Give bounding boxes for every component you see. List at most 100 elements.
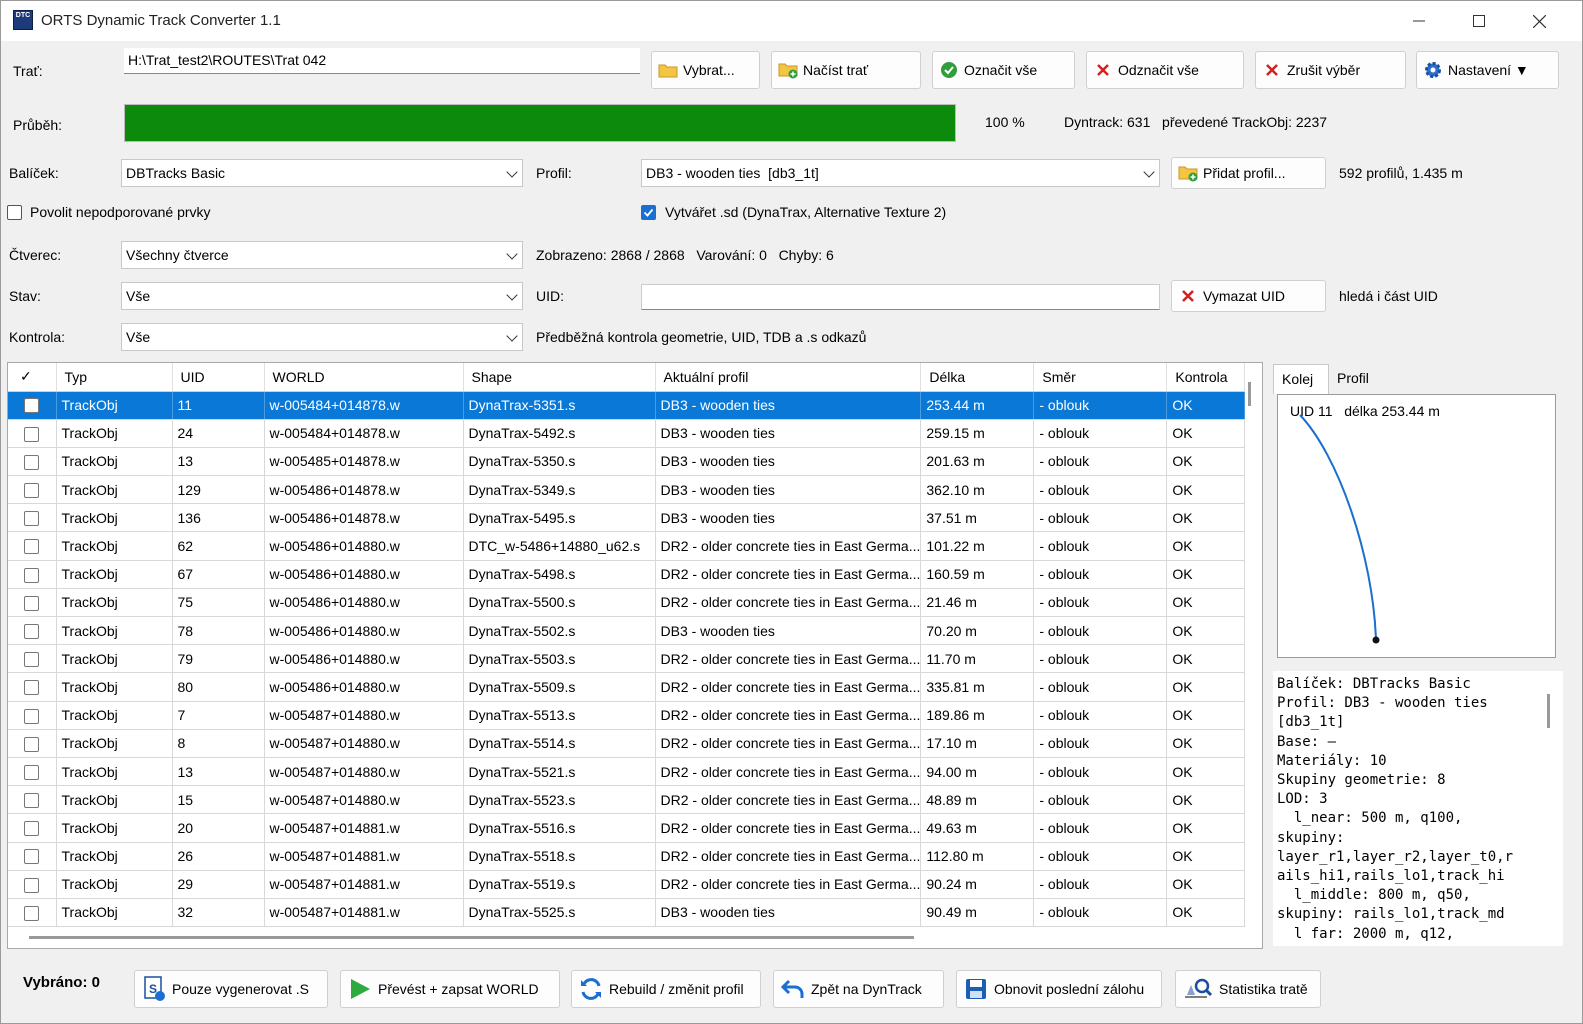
settings-button[interactable]: Nastavení ▼	[1416, 51, 1559, 89]
profile-select[interactable]: DB3 - wooden ties [db3_1t]	[641, 159, 1160, 187]
allow-unsupported-checkbox[interactable]	[7, 205, 22, 220]
generate-s-button[interactable]: S Pouze vygenerovat .S	[134, 970, 328, 1008]
rebuild-button[interactable]: Rebuild / změnit profil	[571, 970, 761, 1008]
restore-backup-button[interactable]: Obnovit poslední zálohu	[956, 970, 1162, 1008]
row-checkbox-box[interactable]	[24, 680, 39, 696]
state-select[interactable]: Vše	[121, 282, 523, 310]
check-all-button[interactable]: Označit vše	[932, 51, 1075, 89]
table-row[interactable]: TrackObj 79 w-005486+014880.w DynaTrax-5503…	[8, 644, 1246, 674]
convert-write-button[interactable]: Převést + zapsat WORLD	[340, 970, 560, 1008]
column-direction-header[interactable]: Směr	[1033, 363, 1168, 392]
table-row[interactable]: TrackObj 67 w-005486+014880.w DynaTrax-5498…	[8, 560, 1246, 589]
table-row[interactable]: TrackObj 136 w-005486+014878.w DynaTrax-549…	[8, 503, 1246, 533]
row-checkbox[interactable]	[8, 503, 57, 533]
column-check-header[interactable]: ✓	[8, 363, 57, 392]
row-checkbox[interactable]	[8, 588, 57, 618]
row-checkbox[interactable]	[8, 644, 57, 674]
row-checkbox-box[interactable]	[24, 793, 39, 809]
uid-input[interactable]	[641, 284, 1160, 310]
column-type-header[interactable]: Typ	[56, 363, 173, 392]
route-path-input[interactable]: H:\Trat_test2\ROUTES\Trat 042	[124, 48, 640, 74]
row-checkbox[interactable]	[8, 898, 57, 928]
minimize-button[interactable]	[1389, 1, 1449, 41]
cancel-selection-button[interactable]: Zrušit výběr	[1255, 51, 1406, 89]
row-checkbox[interactable]	[8, 672, 57, 702]
table-row[interactable]: TrackObj 26 w-005487+014881.w DynaTrax-5518…	[8, 842, 1246, 871]
table-row[interactable]: TrackObj 75 w-005486+014880.w DynaTrax-5500…	[8, 588, 1246, 618]
table-row[interactable]: TrackObj 29 w-005487+014881.w DynaTrax-5519…	[8, 870, 1246, 899]
column-uid-header[interactable]: UID	[172, 363, 265, 392]
table-row[interactable]: TrackObj 62 w-005486+014880.w DTC_w-5486+14…	[8, 531, 1246, 561]
row-checkbox[interactable]	[8, 475, 57, 505]
column-check-result-header[interactable]: Kontrola	[1166, 363, 1246, 392]
row-checkbox-box[interactable]	[24, 567, 39, 583]
row-checkbox-box[interactable]	[24, 821, 39, 837]
row-checkbox[interactable]	[8, 813, 57, 843]
close-button[interactable]	[1509, 1, 1569, 41]
row-checkbox[interactable]	[8, 560, 57, 589]
table-row[interactable]: TrackObj 15 w-005487+014880.w DynaTrax-5523…	[8, 785, 1246, 815]
maximize-button[interactable]	[1449, 1, 1509, 41]
square-select[interactable]: Všechny čtverce	[121, 241, 523, 269]
row-checkbox-box[interactable]	[24, 623, 39, 639]
table-row[interactable]: TrackObj 20 w-005487+014881.w DynaTrax-5516…	[8, 813, 1246, 843]
table-row[interactable]: TrackObj 7 w-005487+014880.w DynaTrax-5513.…	[8, 701, 1246, 730]
grid-vertical-scrollbar[interactable]	[1248, 382, 1251, 406]
row-checkbox-box[interactable]	[24, 398, 39, 414]
row-checkbox[interactable]	[8, 391, 57, 420]
row-checkbox-box[interactable]	[24, 652, 39, 668]
column-world-header[interactable]: WORLD	[264, 363, 464, 392]
table-row[interactable]: TrackObj 8 w-005487+014880.w DynaTrax-5514.…	[8, 729, 1246, 758]
row-checkbox-box[interactable]	[24, 511, 39, 527]
row-checkbox-box[interactable]	[24, 708, 39, 724]
select-button[interactable]: Vybrat...	[651, 51, 760, 89]
progress-bar	[124, 104, 956, 142]
package-select[interactable]: DBTracks Basic	[121, 159, 523, 187]
row-checkbox-box[interactable]	[24, 736, 39, 752]
row-checkbox-box[interactable]	[24, 483, 39, 499]
table-row[interactable]: TrackObj 24 w-005484+014878.w DynaTrax-5492…	[8, 419, 1246, 448]
row-checkbox-box[interactable]	[24, 764, 39, 780]
row-checkbox[interactable]	[8, 842, 57, 871]
info-scrollbar[interactable]	[1547, 694, 1550, 728]
row-checkbox-box[interactable]	[24, 877, 39, 893]
row-checkbox[interactable]	[8, 785, 57, 815]
tab-profile[interactable]: Profil	[1329, 364, 1385, 394]
clear-uid-button[interactable]: Vymazat UID	[1171, 280, 1326, 312]
add-profile-button[interactable]: Přidat profil...	[1171, 157, 1326, 189]
back-dyntrack-button[interactable]: Zpět na DynTrack	[773, 970, 944, 1008]
track-objects-grid[interactable]: ✓ Typ UID WORLD Shape Aktuální profil Délka Smě…	[7, 362, 1263, 949]
column-shape-header[interactable]: Shape	[463, 363, 656, 392]
table-row[interactable]: TrackObj 32 w-005487+014881.w DynaTrax-5525…	[8, 898, 1246, 928]
row-checkbox[interactable]	[8, 729, 57, 758]
row-checkbox[interactable]	[8, 870, 57, 899]
column-length-header[interactable]: Délka	[920, 363, 1035, 392]
row-checkbox[interactable]	[8, 701, 57, 730]
grid-horizontal-scrollbar[interactable]	[29, 936, 914, 939]
table-row[interactable]: TrackObj 129 w-005486+014878.w DynaTrax-534…	[8, 475, 1246, 505]
table-row[interactable]: TrackObj 13 w-005487+014880.w DynaTrax-5521…	[8, 757, 1246, 787]
row-checkbox[interactable]	[8, 757, 57, 787]
table-row[interactable]: TrackObj 13 w-005485+014878.w DynaTrax-5350…	[8, 447, 1246, 477]
table-row[interactable]: TrackObj 11 w-005484+014878.w DynaTrax-5351…	[8, 391, 1246, 420]
row-checkbox-box[interactable]	[24, 849, 39, 865]
uncheck-all-button[interactable]: Odznačit vše	[1086, 51, 1244, 89]
check-select[interactable]: Vše	[121, 323, 523, 351]
tab-track[interactable]: Kolej	[1273, 364, 1329, 394]
table-row[interactable]: TrackObj 78 w-005486+014880.w DynaTrax-5502…	[8, 616, 1246, 646]
row-checkbox[interactable]	[8, 531, 57, 561]
row-checkbox-box[interactable]	[24, 595, 39, 611]
row-checkbox[interactable]	[8, 447, 57, 477]
row-checkbox-box[interactable]	[24, 905, 39, 921]
create-sd-checkbox[interactable]	[641, 205, 656, 220]
load-route-button[interactable]: Načíst trať	[771, 51, 921, 89]
statistics-button[interactable]: Statistika tratě	[1175, 970, 1321, 1008]
row-checkbox-box[interactable]	[24, 539, 39, 555]
row-checkbox-box[interactable]	[24, 426, 39, 442]
row-checkbox-box[interactable]	[24, 454, 39, 470]
row-checkbox[interactable]	[8, 616, 57, 646]
table-row[interactable]: TrackObj 80 w-005486+014880.w DynaTrax-5509…	[8, 672, 1246, 702]
column-current-profile-header[interactable]: Aktuální profil	[655, 363, 922, 392]
cell-shape: DynaTrax-5495.s	[463, 503, 656, 533]
row-checkbox[interactable]	[8, 419, 57, 448]
